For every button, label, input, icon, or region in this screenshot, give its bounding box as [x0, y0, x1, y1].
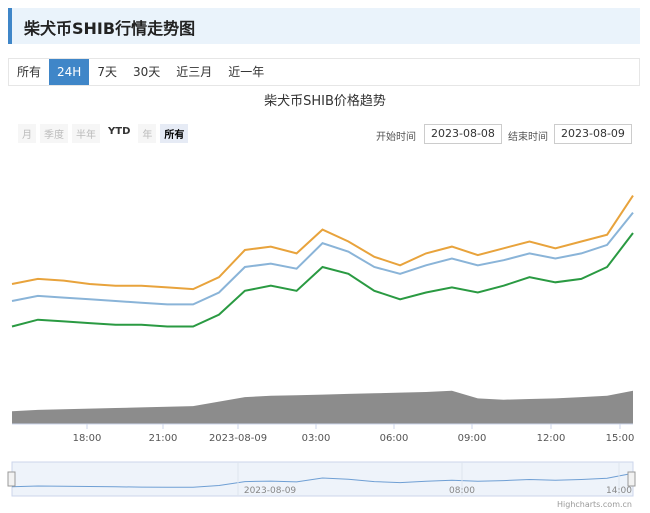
avg-price-line: [11, 211, 634, 306]
x-tick-label: 21:00: [149, 433, 178, 444]
navigator[interactable]: 2023-08-09 08:00 14:00: [7, 461, 636, 497]
navigator-track: [11, 461, 634, 497]
navigator-tick-label: 08:00: [449, 486, 475, 496]
x-tick-label: 2023-08-09: [209, 433, 267, 444]
navigator-tick-label: 2023-08-09: [244, 486, 297, 496]
navigator-left-handle[interactable]: [7, 471, 16, 487]
low-price-line: [11, 232, 634, 328]
navigator-tick-label: 14:00: [606, 486, 632, 496]
x-tick-label: 12:00: [537, 433, 566, 444]
price-chart: 18:00 21:00 2023-08-09 03:00 06:00 09:00 12:00…: [7, 195, 636, 509]
credits-text: Highcharts.com.cn: [557, 500, 632, 509]
x-tick-label: 03:00: [302, 433, 331, 444]
navigator-right-handle[interactable]: [627, 471, 636, 487]
x-tick-label: 18:00: [73, 433, 102, 444]
volume-area: [12, 390, 633, 424]
x-tick-label: 09:00: [458, 433, 487, 444]
x-tick-label: 06:00: [380, 433, 409, 444]
x-tick-label: 15:00: [606, 433, 635, 444]
